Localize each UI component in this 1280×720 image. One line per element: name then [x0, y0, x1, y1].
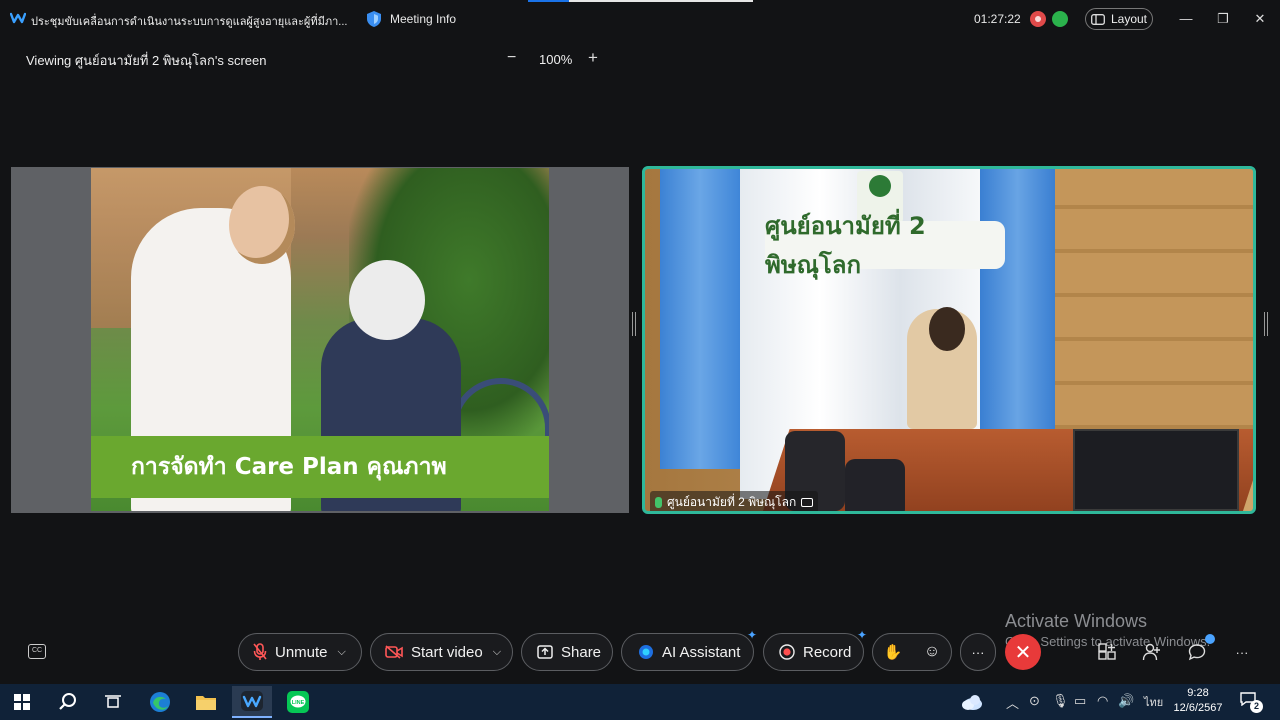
start-video-label: Start video [411, 643, 483, 661]
windows-start-icon[interactable] [6, 686, 38, 718]
unmute-label: Unmute [275, 643, 328, 661]
svg-text:LINE: LINE [292, 700, 305, 706]
layout-button[interactable]: Layout [1085, 8, 1153, 30]
share-label: Share [561, 643, 602, 661]
close-icon: ✕ [1014, 641, 1032, 664]
ai-assistant-button[interactable]: AI Assistant ✦ [621, 628, 757, 671]
shared-screen-panel[interactable]: การจัดทำ Care Plan คุณภาพ [11, 167, 629, 513]
slide-caption: การจัดทำ Care Plan คุณภาพ [91, 436, 549, 498]
ai-assistant-label: AI Assistant [662, 643, 741, 661]
video-speaker-head [929, 307, 965, 351]
show-hidden-icons[interactable]: ︿ [1006, 693, 1019, 712]
input-language[interactable]: ไทย [1144, 693, 1163, 711]
viewing-label: Viewing ศูนย์อนามัยที่ 2 พิษณุโลก's scre… [26, 53, 267, 68]
recording-status-icon[interactable] [1030, 11, 1046, 27]
zoom-level: 100% [539, 52, 573, 67]
video-curtain-left [660, 169, 740, 469]
chevron-down-icon[interactable]: ⌵ [338, 646, 346, 659]
participants-icon[interactable] [1141, 641, 1163, 663]
taskbar-clock[interactable]: 9:28 12/6/2567 [1170, 686, 1226, 716]
wifi-icon[interactable]: ◠ [1097, 693, 1108, 709]
zoom-out-button[interactable]: − [507, 49, 516, 67]
raise-hand-icon[interactable]: ✋ [884, 643, 903, 661]
unmute-button[interactable]: Unmute ⌵ [238, 633, 362, 671]
video-wall-panels [1055, 169, 1253, 469]
close-icon[interactable]: ✕ [1250, 10, 1270, 28]
participant-name-tag: ศูนย์อนามัยที่ 2 พิษณุโลก [650, 491, 819, 511]
panel-resize-handle[interactable] [1264, 312, 1268, 336]
mic-muted-icon [253, 643, 267, 660]
slide-photo-caregiver-head [229, 186, 295, 264]
record-icon [779, 644, 795, 660]
meeting-timer: 01:27:22 [974, 12, 1021, 26]
ai-assistant-icon [639, 645, 653, 659]
notification-count: 2 [1250, 700, 1263, 713]
sparkle-icon: ✦ [856, 628, 867, 642]
taskbar-time: 9:28 [1187, 687, 1209, 699]
restore-icon[interactable]: ❐ [1213, 10, 1233, 28]
activate-windows-title: Activate Windows [1005, 611, 1148, 631]
chevron-down-icon[interactable]: ⌵ [493, 646, 501, 659]
chat-icon[interactable] [1186, 641, 1208, 663]
line-app-icon[interactable]: LINE [282, 686, 314, 718]
meeting-title: ประชุมขับเคลื่อนการดำเนินงานระบบการดูแลผ… [31, 16, 348, 28]
layout-label: Layout [1110, 12, 1148, 26]
participant-name: ศูนย์อนามัยที่ 2 พิษณุโลก [667, 495, 797, 509]
webex-logo-icon [10, 12, 26, 24]
loading-progress-fill [528, 0, 569, 2]
participant-video[interactable]: ศูนย์อนามัยที่ 2 พิษณุโลก ศูนย์อนามัยที่… [642, 166, 1256, 514]
screen-share-icon [801, 498, 814, 507]
title-bar: ประชุมขับเคลื่อนการดำเนินงานระบบการดูแลผ… [0, 0, 1280, 38]
closed-captions-icon[interactable]: CC [28, 644, 46, 659]
shield-icon [367, 11, 381, 27]
battery-icon[interactable]: ▭ [1074, 693, 1086, 709]
leave-meeting-button[interactable]: ✕ [1005, 634, 1041, 670]
webex-taskbar-icon[interactable] [232, 686, 272, 718]
apps-icon[interactable] [1096, 641, 1118, 663]
weather-icon[interactable] [956, 686, 988, 718]
taskbar-date: 12/6/2567 [1173, 702, 1223, 714]
video-room-sign: ศูนย์อนามัยที่ 2 พิษณุโลก [765, 212, 1005, 279]
chat-notification-dot [1205, 634, 1215, 644]
search-icon[interactable] [52, 686, 84, 718]
record-button[interactable]: Record ✦ [763, 628, 867, 671]
webex-meeting-window: ประชุมขับเคลื่อนการดำเนินงานระบบการดูแลผ… [0, 0, 1280, 684]
slide-photo-elder-head [349, 260, 425, 340]
zoom-in-button[interactable]: + [588, 48, 598, 68]
panel-resize-handle[interactable] [632, 312, 636, 336]
share-icon [537, 645, 553, 659]
layout-icon [1091, 13, 1105, 25]
video-chair [845, 459, 905, 511]
start-video-button[interactable]: Start video ⌵ [370, 633, 513, 671]
microphone-tray-icon[interactable]: 🎙 [1052, 693, 1069, 709]
more-options-button[interactable]: ··· [960, 633, 996, 671]
reactions-emoji-icon[interactable]: ☺ [924, 643, 940, 661]
connection-status-icon[interactable] [1052, 11, 1068, 27]
reactions-group: ✋ ☺ [872, 633, 952, 671]
volume-icon[interactable]: 🔊 [1118, 693, 1134, 709]
record-label: Record [803, 643, 852, 661]
meeting-tray-icon[interactable]: ⊙ [1029, 693, 1040, 709]
mic-active-icon [655, 497, 662, 508]
task-view-icon[interactable] [97, 686, 129, 718]
loading-progress-bar [528, 0, 753, 2]
edge-browser-icon[interactable] [144, 686, 176, 718]
file-explorer-icon[interactable] [190, 686, 222, 718]
video-off-icon [385, 645, 403, 659]
presentation-slide: การจัดทำ Care Plan คุณภาพ [91, 168, 549, 511]
minimize-icon[interactable]: — [1176, 10, 1196, 28]
meeting-info-button[interactable]: Meeting Info [366, 10, 456, 28]
sparkle-icon: ✦ [746, 628, 757, 642]
share-button[interactable]: Share [521, 633, 613, 671]
notification-center-icon[interactable]: 2 [1240, 692, 1263, 713]
meeting-info-label: Meeting Info [390, 12, 457, 26]
overflow-menu-icon[interactable]: ··· [1231, 641, 1253, 663]
video-monitor [1073, 429, 1239, 511]
